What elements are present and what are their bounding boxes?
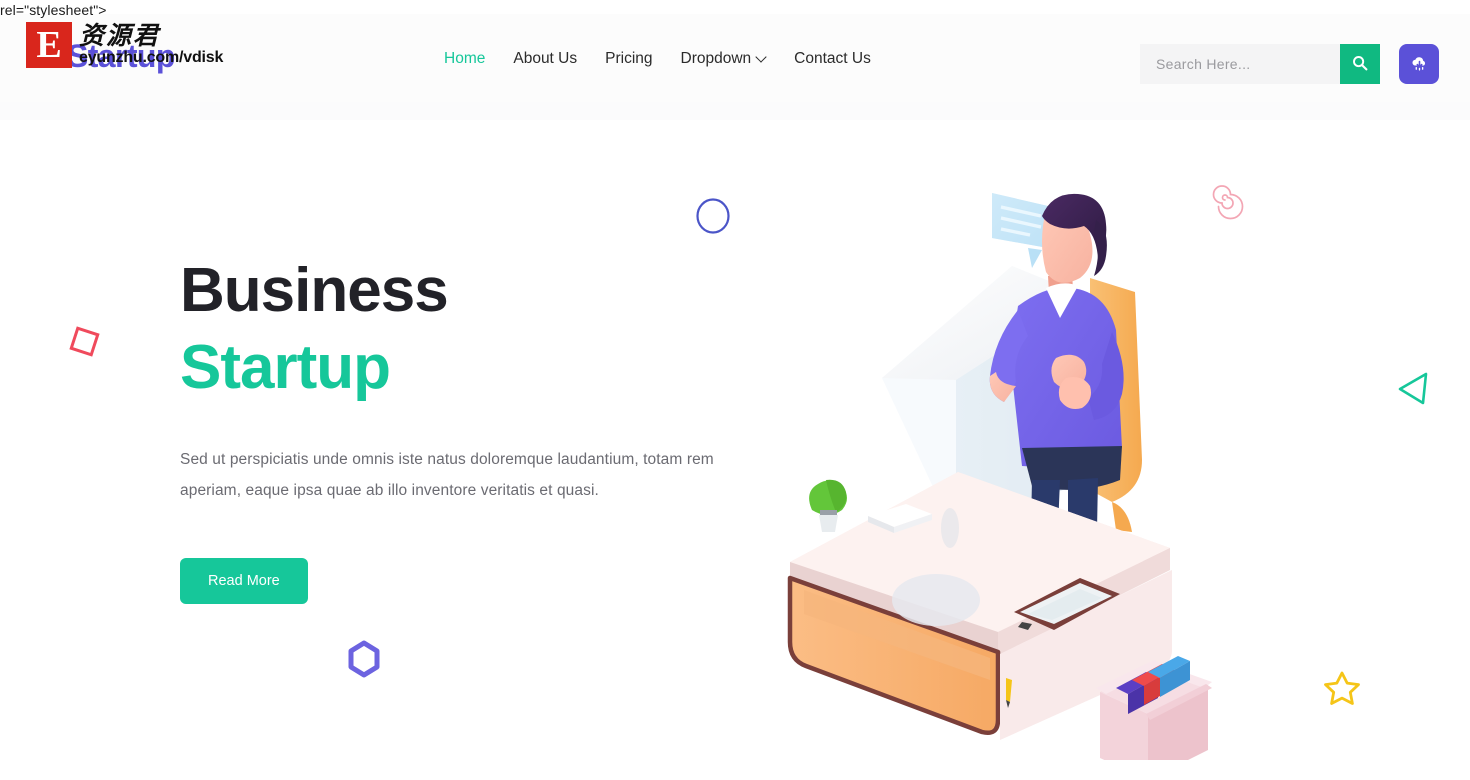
nav-label: Contact Us: [794, 50, 871, 67]
page-source-text: rel="stylesheet">: [0, 2, 107, 18]
download-button[interactable]: [1399, 44, 1439, 84]
diamond-outline-icon: [64, 320, 104, 369]
watermark-chinese-text: 资源君: [79, 21, 161, 50]
nav-item-contact-us[interactable]: Contact Us: [780, 50, 885, 68]
read-more-button[interactable]: Read More: [180, 557, 308, 604]
hero-content: Business Startup Sed ut perspiciatis und…: [180, 256, 740, 604]
cloud-download-icon: [1410, 53, 1429, 75]
hero-title-line1: Business: [180, 256, 449, 325]
search-input[interactable]: [1140, 44, 1340, 84]
watermark-url: eyunzhu.com/vdisk: [79, 49, 224, 66]
chevron-down-icon: [757, 53, 766, 62]
hero-paragraph: Sed ut perspiciatis unde omnis iste natu…: [180, 450, 714, 499]
header-bottom-strip: [0, 102, 1470, 120]
header-actions: [1140, 44, 1439, 84]
page-root: Startup Home About Us Pricing Dropdown C…: [0, 0, 1470, 780]
main-navigation: Home About Us Pricing Dropdown Contact U…: [430, 50, 885, 68]
watermark-badge: E: [26, 22, 72, 68]
watermark-text-group: 资源君 eyunzhu.com/vdisk: [79, 22, 223, 66]
site-watermark: E 资源君 eyunzhu.com/vdisk: [26, 22, 223, 68]
nav-item-about-us[interactable]: About Us: [499, 50, 591, 68]
nav-item-dropdown[interactable]: Dropdown: [667, 50, 781, 68]
potted-plant: [809, 479, 847, 532]
hero-title-line2: Startup: [180, 332, 391, 402]
triangle-outline-icon: [1396, 368, 1436, 415]
circle-outline-icon: [694, 196, 732, 241]
search-icon: [1352, 55, 1368, 74]
star-outline-icon: [1322, 668, 1362, 713]
nav-label: About Us: [513, 50, 578, 67]
nav-label: Home: [444, 50, 486, 67]
hexagon-outline-icon: [344, 638, 384, 685]
hero-illustration: [760, 180, 1300, 780]
nav-label: Pricing: [605, 50, 653, 67]
search-button[interactable]: [1340, 44, 1380, 84]
nav-label: Dropdown: [680, 50, 752, 67]
chat-bubble: [992, 193, 1048, 268]
nav-item-home[interactable]: Home: [430, 50, 499, 68]
nav-item-pricing[interactable]: Pricing: [591, 50, 666, 68]
